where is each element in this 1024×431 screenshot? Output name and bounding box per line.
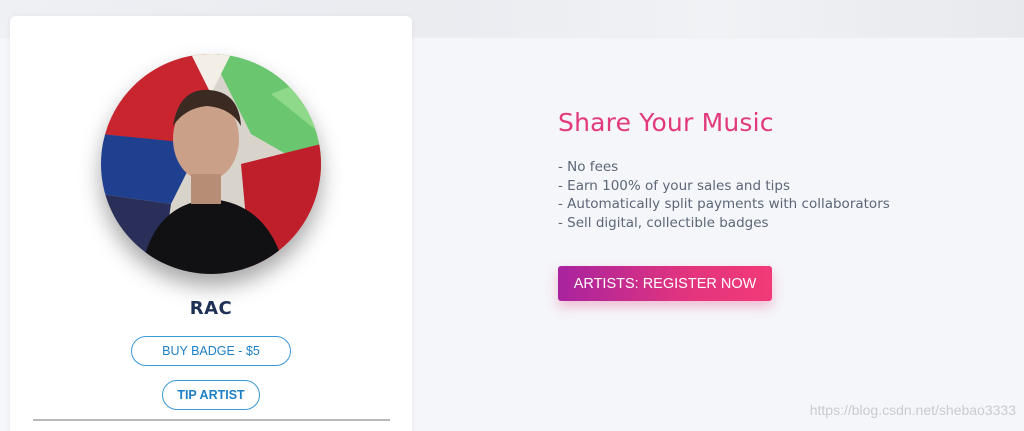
- buy-badge-button[interactable]: BUY BADGE - $5: [131, 336, 291, 366]
- feature-list: - No fees - Earn 100% of your sales and …: [558, 158, 890, 232]
- tip-artist-button[interactable]: TIP ARTIST: [162, 380, 260, 410]
- artist-avatar[interactable]: [101, 54, 321, 274]
- card-divider: [33, 419, 390, 421]
- artist-name: RAC: [189, 298, 233, 319]
- promo-title: Share Your Music: [558, 108, 774, 137]
- feature-item: - Sell digital, collectible badges: [558, 214, 769, 231]
- artist-card: RAC BUY BADGE - $5 TIP ARTIST: [10, 16, 412, 431]
- artists-register-button[interactable]: ARTISTS: REGISTER NOW: [558, 266, 772, 301]
- artist-photo-image: [101, 54, 321, 274]
- feature-item: - Earn 100% of your sales and tips: [558, 177, 790, 194]
- feature-item: - No fees: [558, 159, 619, 175]
- feature-item: - Automatically split payments with coll…: [558, 196, 890, 212]
- watermark-text: https://blog.csdn.net/shebao3333: [809, 402, 1016, 418]
